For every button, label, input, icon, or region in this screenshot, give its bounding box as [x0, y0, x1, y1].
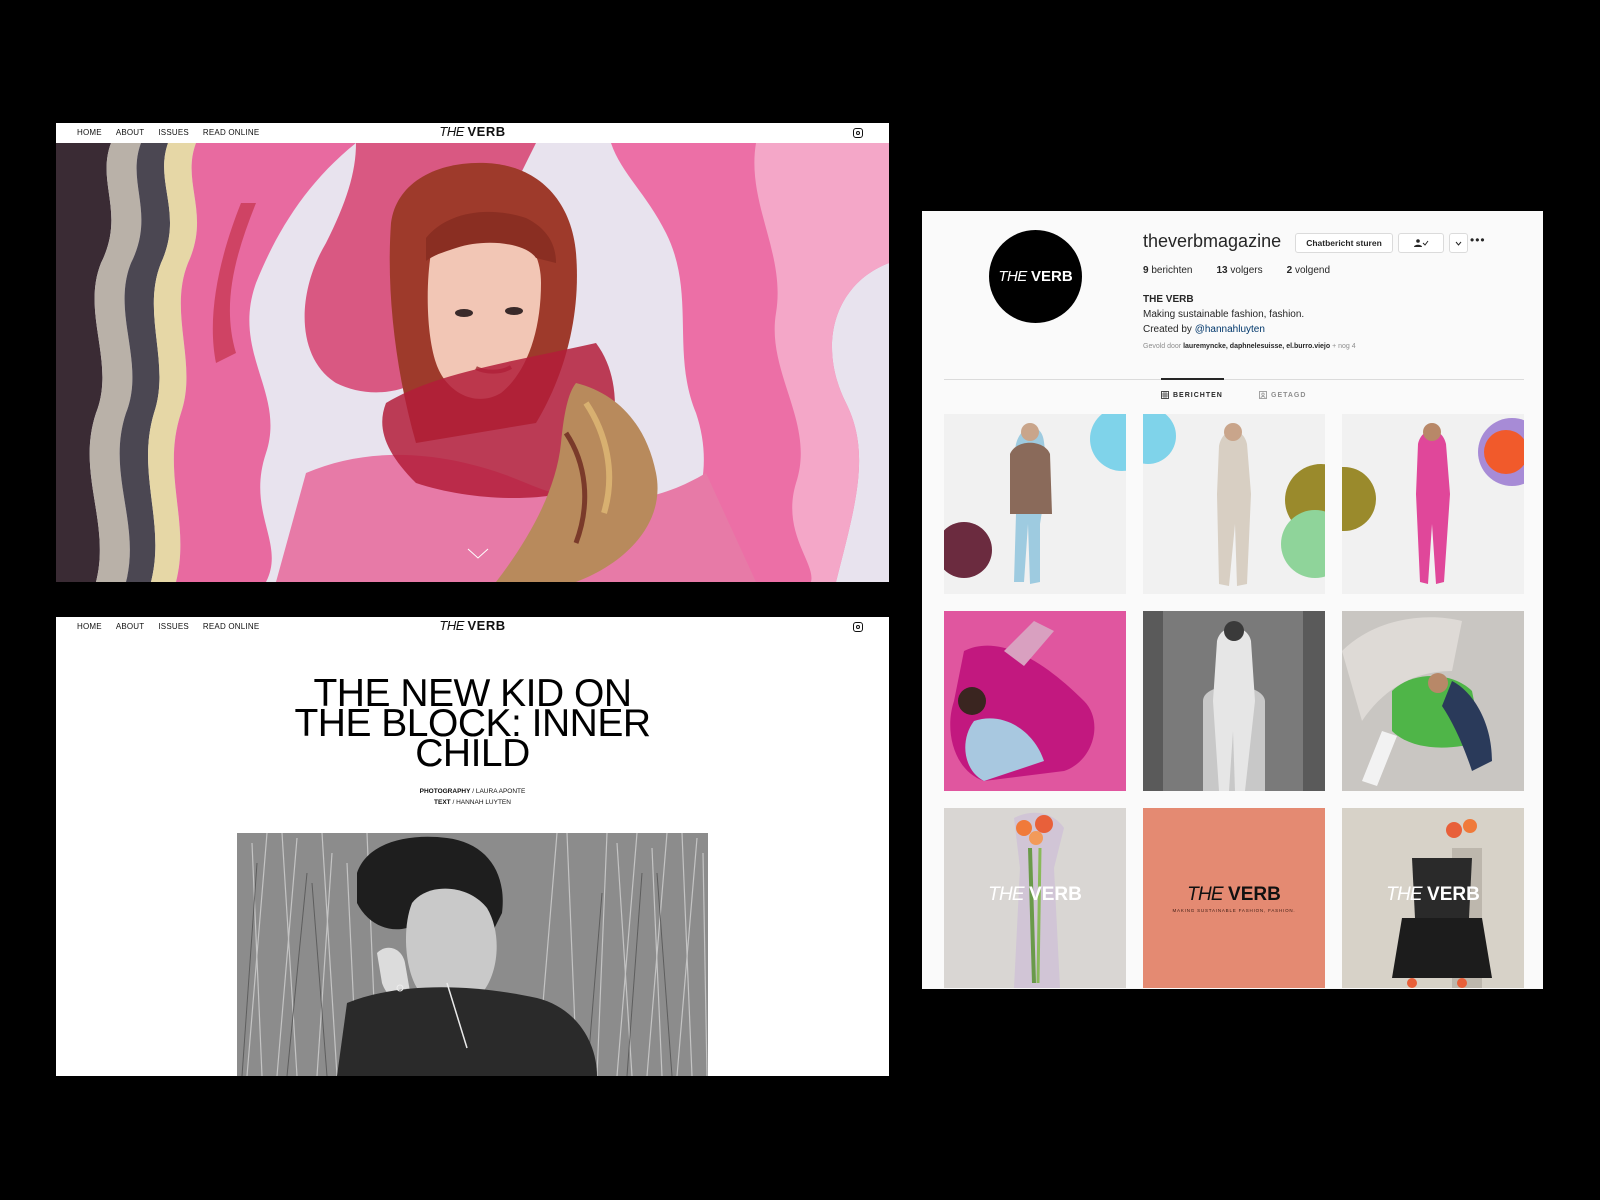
post-tile[interactable]	[1143, 611, 1325, 791]
logo-verb: VERB	[1029, 884, 1082, 905]
nav-home[interactable]: HOME	[77, 622, 102, 631]
logo-the: THE	[998, 268, 1027, 285]
article-photo	[237, 833, 708, 1076]
article-credits: PHOTOGRAPHY / LAURA APONTE TEXT / HANNAH…	[56, 786, 889, 808]
logo-verb: VERB	[1228, 884, 1281, 905]
credit-photography: PHOTOGRAPHY / LAURA APONTE	[419, 788, 526, 795]
logo-the: THE	[439, 618, 464, 633]
site-logo[interactable]: THE VERB	[439, 124, 505, 139]
stat-followers[interactable]: 13 volgers	[1216, 265, 1262, 276]
stat-count: 9	[1143, 265, 1149, 276]
post-tile[interactable]	[1342, 611, 1524, 791]
post-tagline: MAKING SUSTAINABLE FASHION, FASHION.	[1172, 908, 1296, 913]
tab-tagged[interactable]: GETAGD	[1259, 391, 1306, 399]
followed-prefix: Gevold door	[1143, 343, 1182, 350]
logo-verb: VERB	[467, 124, 506, 139]
post-tile[interactable]	[1342, 414, 1524, 594]
user-check-icon	[1414, 239, 1429, 247]
grid-icon	[1161, 391, 1169, 399]
post-logo-overlay: THE VERB	[944, 884, 1126, 906]
stat-following[interactable]: 2 volgend	[1287, 265, 1330, 276]
tab-label: GETAGD	[1271, 391, 1307, 399]
website-article-screenshot: HOME ABOUT ISSUES READ ONLINE THE VERB T…	[56, 617, 889, 1076]
scroll-down-chevron-icon[interactable]	[467, 548, 489, 560]
logo-verb: VERB	[1030, 268, 1073, 285]
post-image	[1342, 414, 1524, 594]
followed-suffix: + nog 4	[1332, 343, 1356, 350]
hero-image	[56, 143, 889, 582]
posts-grid: THE VERB THE VERB MAKING SUSTAINABLE FAS…	[944, 414, 1524, 988]
site-navbar: HOME ABOUT ISSUES READ ONLINE THE VERB	[56, 617, 889, 637]
chevron-down-icon	[1455, 241, 1462, 246]
stat-label: volgend	[1294, 265, 1331, 276]
credit-name: HANNAH LUYTEN	[456, 799, 511, 806]
credit-role: TEXT	[434, 799, 451, 806]
article-title-line: CHILD	[415, 732, 530, 775]
post-tile[interactable]	[944, 414, 1126, 594]
post-tile[interactable]: THE VERB	[1342, 808, 1524, 988]
message-button[interactable]: Chatbericht sturen	[1295, 233, 1393, 253]
post-tile[interactable]: THE VERB	[944, 808, 1126, 988]
credit-role: PHOTOGRAPHY	[419, 788, 471, 795]
bio-created-prefix: Created by	[1143, 324, 1192, 335]
suggestions-dropdown-button[interactable]	[1449, 233, 1468, 253]
bio-description: Making sustainable fashion, fashion.	[1143, 309, 1305, 320]
post-image	[1342, 611, 1524, 791]
instagram-profile-screenshot: THE VERB theverbmagazine Chatbericht stu…	[922, 211, 1543, 989]
profile-avatar[interactable]: THE VERB	[989, 230, 1082, 323]
logo-verb: VERB	[1427, 884, 1480, 905]
stat-count: 13	[1216, 265, 1228, 276]
post-tile[interactable]	[1143, 414, 1325, 594]
post-image	[944, 414, 1126, 594]
profile-username: theverbmagazine	[1143, 231, 1282, 251]
stat-count: 2	[1286, 265, 1293, 276]
logo-the: THE	[988, 884, 1024, 905]
tab-label: BERICHTEN	[1173, 391, 1223, 399]
nav-read-online[interactable]: READ ONLINE	[203, 622, 259, 631]
post-tile[interactable]: THE VERB MAKING SUSTAINABLE FASHION, FAS…	[1143, 808, 1325, 988]
logo-the: THE	[1386, 884, 1422, 905]
stat-label: volgers	[1230, 265, 1263, 276]
credit-text: TEXT / HANNAH LUYTEN	[434, 799, 511, 806]
nav-read-online[interactable]: READ ONLINE	[203, 128, 259, 137]
nav-about[interactable]: ABOUT	[116, 128, 145, 137]
post-image	[1143, 611, 1325, 791]
logo-the: THE	[1187, 884, 1223, 905]
bio-name: THE VERB	[1143, 294, 1194, 305]
profile-bio: THE VERB Making sustainable fashion, fas…	[1143, 292, 1304, 337]
nav-home[interactable]: HOME	[77, 128, 102, 137]
instagram-icon[interactable]	[853, 622, 863, 632]
active-tab-indicator	[1161, 378, 1224, 380]
post-image	[944, 611, 1126, 791]
stat-label: berichten	[1151, 265, 1193, 276]
nav-issues[interactable]: ISSUES	[158, 622, 189, 631]
following-button[interactable]	[1398, 233, 1444, 253]
stat-posts[interactable]: 9 berichten	[1143, 265, 1192, 276]
credit-name: LAURA APONTE	[475, 788, 526, 795]
logo-verb: VERB	[467, 618, 506, 633]
nav-links: HOME ABOUT ISSUES READ ONLINE	[77, 128, 259, 137]
nav-links: HOME ABOUT ISSUES READ ONLINE	[77, 622, 259, 631]
tagged-user-icon	[1259, 391, 1267, 399]
post-tile[interactable]	[944, 611, 1126, 791]
post-image	[1143, 414, 1325, 594]
creator-handle-link[interactable]: @hannahluyten	[1195, 324, 1265, 335]
logo-the: THE	[439, 124, 464, 139]
profile-stats: 9 berichten 13 volgers 2 volgend	[1143, 265, 1330, 276]
more-options-icon[interactable]: •••	[1470, 234, 1486, 246]
bio-created-by: Created by @hannahluyten	[1143, 322, 1304, 337]
followed-names: lauremyncke, daphnelesuisse, el.burro.vi…	[1183, 343, 1331, 350]
article-title: THE NEW KID ON THE BLOCK: INNER CHILD	[56, 674, 889, 775]
nav-issues[interactable]: ISSUES	[158, 128, 189, 137]
instagram-icon[interactable]	[853, 128, 863, 138]
tab-posts[interactable]: BERICHTEN	[1161, 391, 1223, 399]
website-home-screenshot: HOME ABOUT ISSUES READ ONLINE THE VERB	[56, 123, 889, 582]
site-logo[interactable]: THE VERB	[439, 618, 505, 633]
site-navbar: HOME ABOUT ISSUES READ ONLINE THE VERB	[56, 123, 889, 143]
post-logo-overlay: THE VERB	[1143, 884, 1325, 906]
nav-about[interactable]: ABOUT	[116, 622, 145, 631]
post-logo-overlay: THE VERB	[1342, 884, 1524, 906]
followed-by[interactable]: Gevold door lauremyncke, daphnelesuisse,…	[1143, 343, 1356, 350]
tabs-divider	[944, 379, 1524, 380]
